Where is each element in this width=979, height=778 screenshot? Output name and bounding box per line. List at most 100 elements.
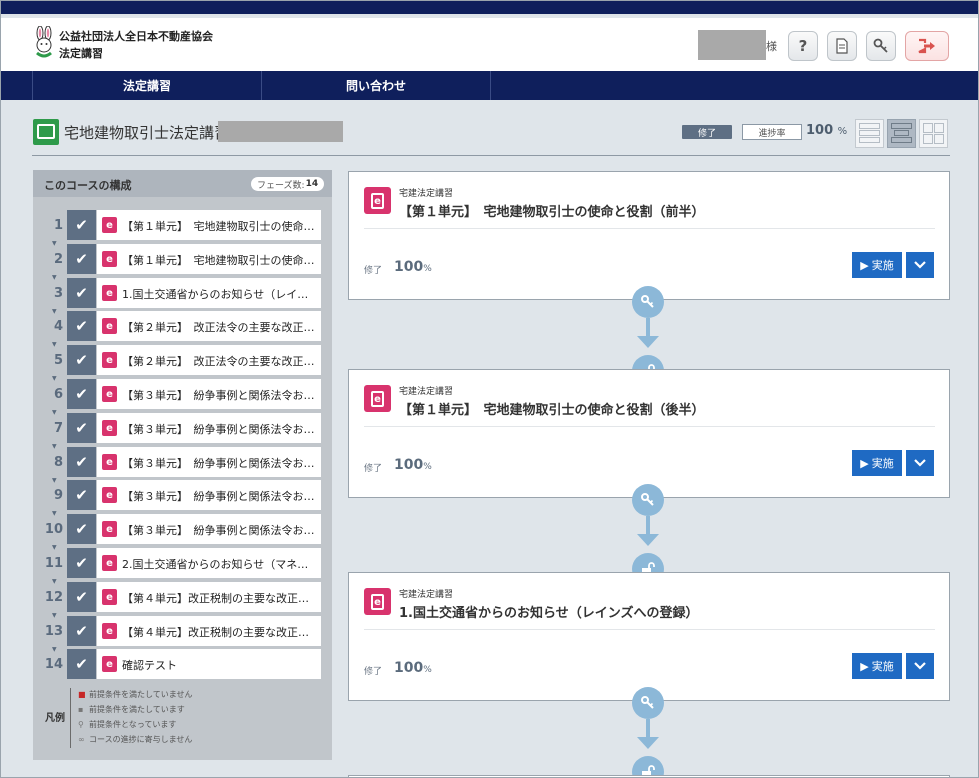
elearning-icon: e [102, 318, 117, 334]
phase-item-label: 2.国土交通省からのお知らせ（マネー… [122, 558, 315, 571]
elearning-icon: e [102, 217, 117, 233]
phase-item-body[interactable]: e 1.国土交通省からのお知らせ（レイン… [97, 278, 321, 308]
course-phase-item[interactable]: 12 ✔ e 【第４単元】改正税制の主要な改正点… ▼ [33, 582, 332, 619]
phase-item-body[interactable]: e 【第３単元】 紛争事例と関係法令お… [97, 514, 321, 544]
connector-line [646, 719, 650, 739]
course-phase-item[interactable]: 2 ✔ e 【第１単元】 宅地建物取引士の使命… ▼ [33, 244, 332, 281]
nav-item-inquiry[interactable]: 問い合わせ [262, 71, 490, 100]
phase-number: 8 [53, 455, 63, 470]
phase-item-body[interactable]: e 確認テスト [97, 649, 321, 679]
course-phase-item[interactable]: 4 ✔ e 【第２単元】 改正法令の主要な改正… ▼ [33, 311, 332, 348]
card-progress-unit: % [423, 264, 432, 274]
connector-arrow-icon [637, 534, 659, 546]
course-phase-item[interactable]: 7 ✔ e 【第３単元】 紛争事例と関係法令お… ▼ [33, 413, 332, 450]
flow-view-button[interactable] [887, 119, 916, 148]
course-structure-sidebar: このコースの構成 フェーズ数: 14 1 ✔ e 【第１単元】 宅地建物取引士の使命… ▼… [33, 170, 332, 760]
course-phase-item[interactable]: 11 ✔ e 2.国土交通省からのお知らせ（マネー… ▼ [33, 548, 332, 585]
legend-item: ■ 前提条件を満たしていません [78, 690, 193, 699]
course-phase-item[interactable]: 1 ✔ e 【第１単元】 宅地建物取引士の使命… ▼ [33, 210, 332, 247]
phase-item-body[interactable]: e 【第３単元】 紛争事例と関係法令お… [97, 447, 321, 477]
progress-label: 進捗率 [742, 124, 802, 140]
elearning-icon: e [364, 385, 391, 412]
card-progress: 100% [394, 660, 432, 676]
course-phase-item[interactable]: 13 ✔ e 【第４単元】改正税制の主要な改正点… ▼ [33, 616, 332, 653]
phase-item-body[interactable]: e 【第３単元】 紛争事例と関係法令お… [97, 379, 321, 409]
course-phase-item[interactable]: 3 ✔ e 1.国土交通省からのお知らせ（レイン… ▼ [33, 278, 332, 315]
phase-item-label: 【第３単元】 紛争事例と関係法令お… [122, 389, 315, 402]
elearning-icon: e [102, 487, 117, 503]
legend-item: ⚲ 前提条件となっています [78, 720, 177, 729]
progress-value: 100 % [806, 123, 847, 138]
checkmark-icon: ✔ [67, 616, 96, 646]
lock-closed-icon: ■ [78, 690, 86, 699]
progress-number: 100 [806, 123, 834, 138]
key-button[interactable] [866, 31, 896, 61]
course-phase-item[interactable]: 14 ✔ e 確認テスト [33, 649, 332, 679]
checkmark-icon: ✔ [67, 413, 96, 443]
phase-item-body[interactable]: e 【第３単元】 紛争事例と関係法令お… [97, 413, 321, 443]
top-strip [0, 0, 979, 16]
nav-divider [490, 71, 491, 100]
card-progress-number: 100 [394, 457, 424, 473]
phase-item-body[interactable]: e 【第４単元】改正税制の主要な改正点… [97, 582, 321, 612]
phase-number: 9 [53, 488, 63, 503]
course-phase-item[interactable]: 8 ✔ e 【第３単元】 紛争事例と関係法令お… ▼ [33, 447, 332, 484]
elearning-icon: e [102, 352, 117, 368]
key-icon [873, 38, 888, 53]
page-title: 宅地建物取引士法定講習_ [64, 124, 237, 142]
course-phase-item[interactable]: 6 ✔ e 【第３単元】 紛争事例と関係法令お… ▼ [33, 379, 332, 416]
run-button-label: 実施 [871, 457, 894, 470]
phase-card: e 宅建法定講習 1.国土交通省からのお知らせ（レインズへの登録） 修了 100% ▶ 実施 [348, 572, 950, 701]
phase-item-body[interactable]: e 【第２単元】 改正法令の主要な改正… [97, 345, 321, 375]
checkmark-icon: ✔ [67, 548, 96, 578]
phase-item-body[interactable]: e 【第２単元】 改正法令の主要な改正… [97, 311, 321, 341]
phase-item-body[interactable]: e 【第４単元】改正税制の主要な改正点… [97, 616, 321, 646]
document-button[interactable] [827, 31, 857, 61]
status-badge: 修了 [682, 125, 732, 139]
course-phase-item[interactable]: 5 ✔ e 【第２単元】 改正法令の主要な改正… ▼ [33, 345, 332, 382]
phase-item-label: 【第２単元】 改正法令の主要な改正… [122, 355, 315, 368]
expand-button[interactable] [906, 252, 934, 278]
elearning-icon: e [364, 187, 391, 214]
lock-open-icon: ▪ [78, 705, 84, 714]
flow-view-icon [891, 123, 912, 143]
expand-button[interactable] [906, 653, 934, 679]
run-button-label: 実施 [871, 259, 894, 272]
logout-button[interactable] [905, 31, 949, 61]
card-status: 修了 [364, 667, 383, 677]
phase-item-body[interactable]: e 【第１単元】 宅地建物取引士の使命… [97, 244, 321, 274]
card-progress-unit: % [423, 462, 432, 472]
chevron-down-icon [914, 459, 926, 467]
phase-item-body[interactable]: e 【第３単元】 紛争事例と関係法令お… [97, 480, 321, 510]
course-phase-item[interactable]: 10 ✔ e 【第３単元】 紛争事例と関係法令お… ▼ [33, 514, 332, 551]
expand-button[interactable] [906, 450, 934, 476]
grid-view-button[interactable] [919, 119, 948, 148]
elearning-icon: e [102, 251, 117, 267]
phase-item-body[interactable]: e 2.国土交通省からのお知らせ（マネー… [97, 548, 321, 578]
chevron-down-icon [914, 261, 926, 269]
sidebar-header: このコースの構成 フェーズ数: 14 [33, 170, 332, 197]
phase-number: 11 [44, 556, 63, 571]
checkmark-icon: ✔ [67, 345, 96, 375]
connector-line [646, 318, 650, 338]
logout-icon [918, 38, 935, 54]
card-category: 宅建法定講習 [399, 590, 454, 600]
document-icon [836, 38, 848, 54]
phase-item-body[interactable]: e 【第１単元】 宅地建物取引士の使命… [97, 210, 321, 240]
help-button[interactable]: ? [788, 31, 818, 61]
phase-card: e 宅建法定講習 【第１単元】 宅地建物取引士の使命と役割（前半） 修了 100% ▶ 実施 [348, 171, 950, 300]
run-button[interactable]: ▶ 実施 [852, 450, 902, 476]
phase-card: e 宅建法定講習 【第１単元】 宅地建物取引士の使命と役割（後半） 修了 100% ▶ 実施 [348, 369, 950, 498]
run-button[interactable]: ▶ 実施 [852, 653, 902, 679]
nav-item-hotei-koshu[interactable]: 法定講習 [33, 71, 261, 100]
course-phase-item[interactable]: 9 ✔ e 【第３単元】 紛争事例と関係法令お… ▼ [33, 480, 332, 517]
phase-item-label: 【第３単元】 紛争事例と関係法令お… [122, 490, 315, 503]
prerequisite-key-icon [632, 687, 664, 719]
checkmark-icon: ✔ [67, 278, 96, 308]
org-name-line2: 法定講習 [59, 47, 103, 60]
list-view-button[interactable] [855, 119, 884, 148]
legend-item: ▪ 前提条件を満たしています [78, 705, 185, 714]
phase-item-label: 【第１単元】 宅地建物取引士の使命… [122, 254, 315, 267]
run-button[interactable]: ▶ 実施 [852, 252, 902, 278]
card-progress-number: 100 [394, 259, 424, 275]
